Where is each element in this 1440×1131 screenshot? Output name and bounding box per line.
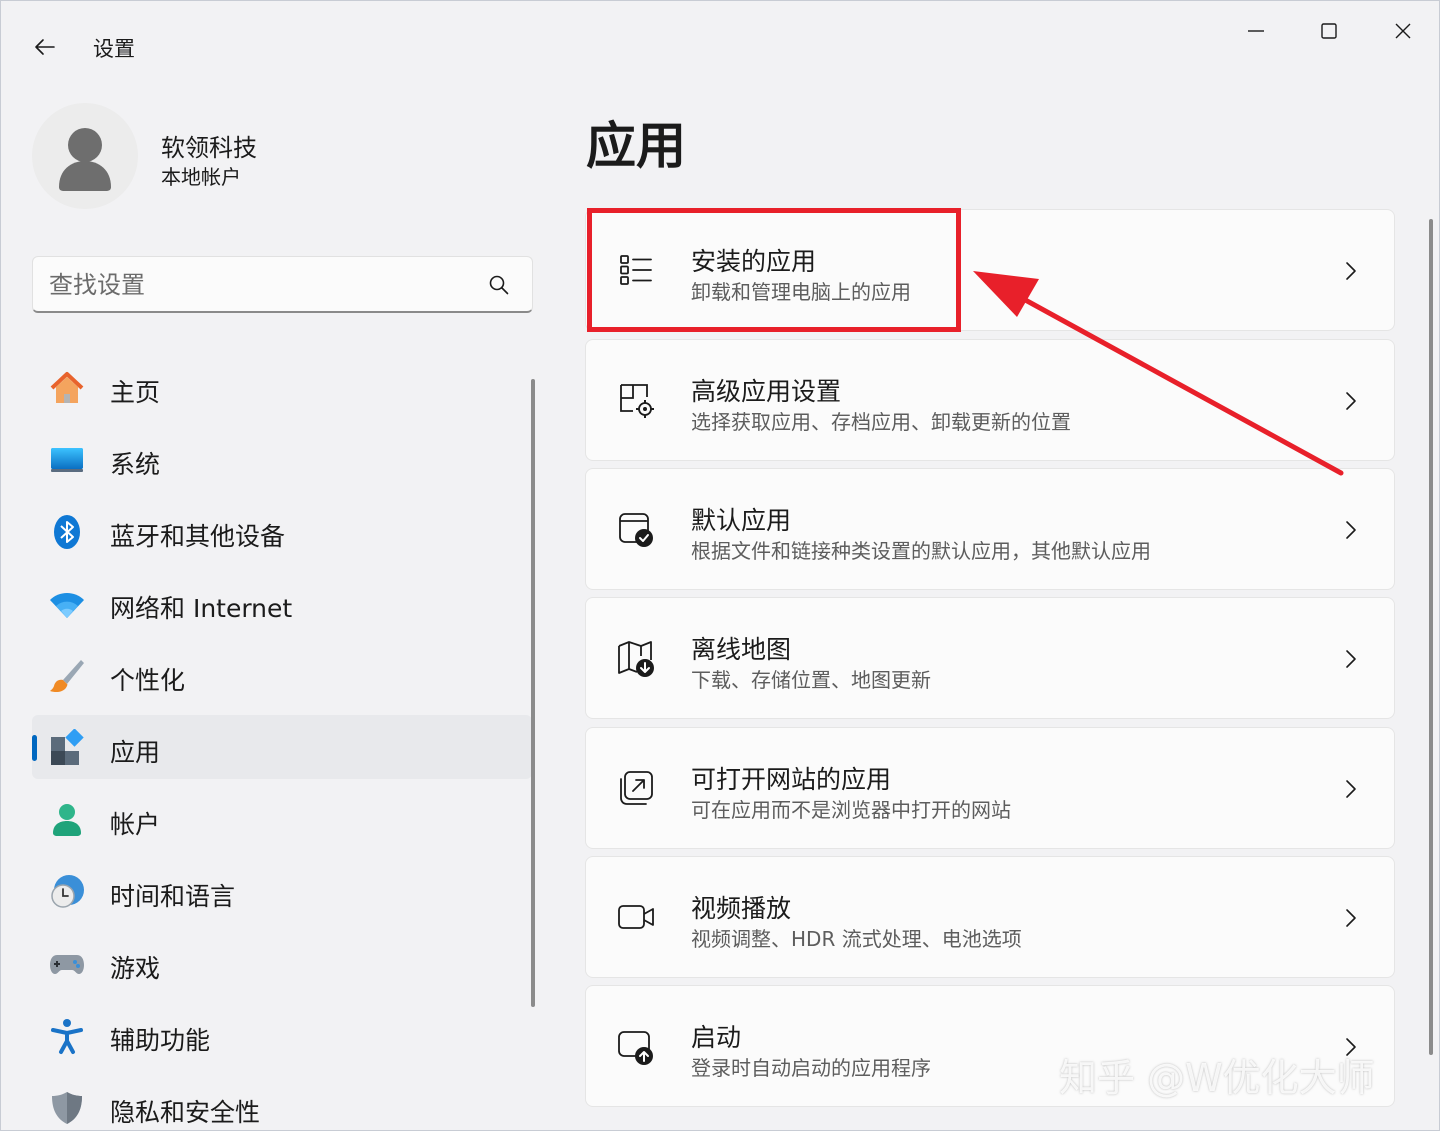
user-name: 软领科技 <box>161 134 257 162</box>
main-scrollbar[interactable] <box>1429 219 1433 1055</box>
selection-indicator <box>32 735 37 761</box>
chevron-right-icon <box>1346 909 1356 927</box>
card-startup[interactable]: 启动 登录时自动启动的应用程序 <box>585 985 1395 1107</box>
search-input[interactable] <box>49 267 469 303</box>
wifi-icon <box>48 585 86 623</box>
maximize-button[interactable] <box>1293 11 1365 51</box>
chevron-right-icon <box>1346 780 1356 798</box>
sidebar-item-apps[interactable]: 应用 <box>32 715 532 779</box>
card-video-playback[interactable]: 视频播放 视频调整、HDR 流式处理、电池选项 <box>585 856 1395 978</box>
sidebar-item-network[interactable]: 网络和 Internet <box>32 571 532 635</box>
chevron-right-icon <box>1346 1038 1356 1056</box>
sidebar-item-label: 游戏 <box>110 954 161 983</box>
card-default-apps[interactable]: 默认应用 根据文件和链接种类设置的默认应用，其他默认应用 <box>585 468 1395 590</box>
chevron-right-icon <box>1346 650 1356 668</box>
monitor-icon <box>48 441 86 479</box>
bluetooth-icon <box>48 513 86 551</box>
sidebar-item-label: 应用 <box>110 738 161 767</box>
open-external-icon <box>620 771 653 805</box>
sidebar-item-time-language[interactable]: 时间和语言 <box>32 859 532 923</box>
home-icon <box>48 369 86 407</box>
clock-globe-icon <box>48 873 86 911</box>
card-title: 默认应用 <box>691 506 792 535</box>
back-arrow-icon <box>35 39 55 55</box>
list-icon <box>620 255 652 285</box>
card-subtitle: 卸载和管理电脑上的应用 <box>691 280 911 304</box>
sidebar-scrollbar[interactable] <box>531 379 535 1007</box>
sidebar-item-gaming[interactable]: 游戏 <box>32 931 532 995</box>
gamepad-icon <box>48 945 86 983</box>
chevron-right-icon <box>1346 262 1356 280</box>
apps-icon <box>48 729 86 767</box>
app-settings-icon <box>620 384 654 418</box>
accessibility-icon <box>48 1017 86 1055</box>
default-app-icon <box>619 513 653 547</box>
brush-icon <box>48 657 86 695</box>
minimize-button[interactable] <box>1220 11 1292 51</box>
sidebar-item-label: 系统 <box>110 450 161 479</box>
sidebar-item-label: 时间和语言 <box>110 882 236 911</box>
sidebar-item-privacy[interactable]: 隐私和安全性 <box>32 1075 532 1130</box>
sidebar-item-accessibility[interactable]: 辅助功能 <box>32 1003 532 1067</box>
sidebar-item-home[interactable]: 主页 <box>32 355 532 419</box>
person-placeholder-icon <box>59 128 111 191</box>
search-icon[interactable] <box>487 273 511 297</box>
back-button[interactable] <box>23 25 67 69</box>
avatar[interactable] <box>32 103 138 209</box>
sidebar-item-label: 帐户 <box>110 810 161 839</box>
sidebar-item-accounts[interactable]: 帐户 <box>32 787 532 851</box>
card-title: 离线地图 <box>691 635 792 664</box>
card-title: 视频播放 <box>691 894 792 923</box>
chevron-right-icon <box>1346 392 1356 410</box>
shield-icon <box>48 1089 86 1127</box>
card-installed-apps[interactable]: 安装的应用 卸载和管理电脑上的应用 <box>585 209 1395 331</box>
page-title: 应用 <box>586 117 686 175</box>
settings-window: 设置 软领科技 本地帐户 主页 <box>0 0 1440 1131</box>
sidebar-nav: 主页 系统 蓝牙和其他设备 网络和 Internet 个性化 应用 帐户 时间和… <box>32 351 532 1130</box>
sidebar-item-label: 主页 <box>110 378 161 407</box>
card-subtitle: 视频调整、HDR 流式处理、电池选项 <box>691 927 1022 951</box>
card-subtitle: 下载、存储位置、地图更新 <box>691 668 931 692</box>
sidebar-item-label: 个性化 <box>110 666 186 695</box>
search-box <box>32 256 533 313</box>
card-subtitle: 选择获取应用、存档应用、卸载更新的位置 <box>691 410 1071 434</box>
title-bar: 设置 <box>1 1 1439 91</box>
close-button[interactable] <box>1367 11 1439 51</box>
sidebar-item-label: 隐私和安全性 <box>110 1098 261 1127</box>
close-icon <box>1395 23 1411 39</box>
maximize-icon <box>1321 23 1337 39</box>
card-advanced-app-settings[interactable]: 高级应用设置 选择获取应用、存档应用、卸载更新的位置 <box>585 339 1395 461</box>
sidebar-item-personalization[interactable]: 个性化 <box>32 643 532 707</box>
sidebar-item-label: 辅助功能 <box>110 1026 211 1055</box>
app-title: 设置 <box>93 37 135 61</box>
card-apps-for-websites[interactable]: 可打开网站的应用 可在应用而不是浏览器中打开的网站 <box>585 727 1395 849</box>
card-title: 可打开网站的应用 <box>691 765 892 794</box>
map-download-icon <box>618 641 654 677</box>
person-icon <box>48 801 86 839</box>
account-type: 本地帐户 <box>161 165 241 189</box>
card-offline-maps[interactable]: 离线地图 下载、存储位置、地图更新 <box>585 597 1395 719</box>
card-title: 安装的应用 <box>691 247 817 276</box>
sidebar-item-label: 网络和 Internet <box>110 594 293 623</box>
card-title: 高级应用设置 <box>691 377 842 406</box>
card-title: 启动 <box>691 1023 742 1052</box>
minimize-icon <box>1248 30 1264 32</box>
sidebar-item-bluetooth[interactable]: 蓝牙和其他设备 <box>32 499 532 563</box>
card-subtitle: 登录时自动启动的应用程序 <box>691 1056 931 1080</box>
sidebar-item-system[interactable]: 系统 <box>32 427 532 491</box>
startup-icon <box>618 1031 653 1065</box>
sidebar-item-label: 蓝牙和其他设备 <box>110 522 286 551</box>
chevron-right-icon <box>1346 521 1356 539</box>
card-subtitle: 可在应用而不是浏览器中打开的网站 <box>691 798 1011 822</box>
card-subtitle: 根据文件和链接种类设置的默认应用，其他默认应用 <box>691 539 1151 563</box>
video-icon <box>618 905 654 929</box>
